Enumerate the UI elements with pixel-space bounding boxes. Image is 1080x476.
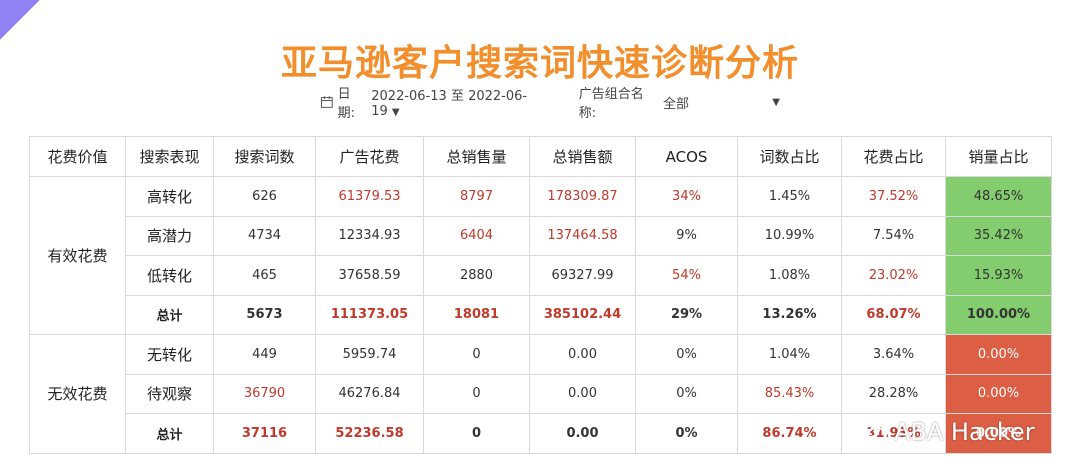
spend-cell: 111373.05 — [315, 294, 424, 335]
term-share-cell: 13.26% — [737, 294, 842, 335]
watermark: ABA Hacker — [858, 412, 1035, 452]
units-cell: 8797 — [423, 176, 530, 217]
column-header: ACOS — [635, 136, 738, 177]
column-header: 花费占比 — [841, 136, 946, 177]
term-share-cell: 10.99% — [737, 215, 842, 256]
header: 亚马逊客户搜索词快速诊断分析 日期: 2022-06-13 至 2022-06-… — [0, 0, 1080, 130]
sales-cell: 0.00 — [529, 413, 636, 454]
units-cell: 0 — [423, 413, 530, 454]
spend-cell: 5959.74 — [315, 334, 424, 375]
total-label: 总计 — [125, 413, 214, 454]
units-cell: 18081 — [423, 294, 530, 335]
units-share-cell: 48.65% — [945, 176, 1052, 217]
chevron-down-icon[interactable]: ▼ — [392, 107, 400, 118]
search-term-table: 花费价值 搜索表现 搜索词数 广告花费 总销售量 总销售额 ACOS 词数占比 … — [29, 136, 1052, 454]
table-row: 有效花费 高转化 626 61379.53 8797 178309.87 34%… — [29, 176, 1052, 335]
units-share-cell: 35.42% — [945, 215, 1052, 256]
column-header: 搜索词数 — [213, 136, 316, 177]
table-row: 高潜力 4734 12334.93 6404 137464.58 9% 10.9… — [30, 215, 1052, 256]
terms-cell: 626 — [213, 176, 316, 217]
acos-cell: 29% — [635, 294, 738, 335]
sales-cell: 0.00 — [529, 334, 636, 375]
terms-cell: 449 — [213, 334, 316, 375]
ad-portfolio-select[interactable]: 全部 ▼ — [663, 93, 780, 112]
sales-cell: 69327.99 — [529, 255, 636, 296]
spend-share-cell: 7.54% — [841, 215, 946, 256]
spend-share-cell: 28.28% — [841, 373, 946, 414]
term-share-cell: 1.08% — [737, 255, 842, 296]
units-share-cell: 0.00% — [945, 334, 1052, 375]
units-share-cell: 0.00% — [945, 373, 1052, 414]
column-header: 总销售额 — [529, 136, 636, 177]
acos-cell: 54% — [635, 255, 738, 296]
units-share-cell: 15.93% — [945, 255, 1052, 296]
acos-cell: 0% — [635, 334, 738, 375]
units-share-cell: 100.00% — [945, 294, 1052, 335]
units-cell: 0 — [423, 373, 530, 414]
spend-cell: 52236.58 — [315, 413, 424, 454]
spend-share-cell: 3.64% — [841, 334, 946, 375]
watermark-text: ABA Hacker — [894, 418, 1035, 446]
calendar-icon — [320, 96, 333, 108]
table-row-total: 总计 5673 111373.05 18081 385102.44 29% 13… — [30, 294, 1052, 335]
filter-bar: 日期: 2022-06-13 至 2022-06-19 ▼ 广告组合名称: 全部 … — [320, 87, 780, 121]
acos-cell: 34% — [635, 176, 738, 217]
column-header: 花费价值 — [29, 136, 126, 177]
sales-cell: 137464.58 — [529, 215, 636, 256]
spend-share-cell: 23.02% — [841, 255, 946, 296]
spend-cell: 12334.93 — [315, 215, 424, 256]
units-cell: 0 — [423, 334, 530, 375]
total-label: 总计 — [125, 294, 214, 335]
date-label: 日期: — [337, 87, 356, 121]
perf-cell: 高转化 — [125, 176, 214, 217]
acos-cell: 9% — [635, 215, 738, 256]
perf-cell: 高潜力 — [125, 215, 214, 256]
table-row: 低转化 465 37658.59 2880 69327.99 54% 1.08%… — [30, 255, 1052, 296]
term-share-cell: 1.04% — [737, 334, 842, 375]
terms-cell: 465 — [213, 255, 316, 296]
perf-cell: 低转化 — [125, 255, 214, 296]
units-cell: 2880 — [423, 255, 530, 296]
sales-cell: 385102.44 — [529, 294, 636, 335]
spend-share-cell: 37.52% — [841, 176, 946, 217]
table-row: 无效花费 无转化 449 5959.74 0 0.00 0% 1.04% 3.6… — [29, 334, 1052, 454]
term-share-cell: 86.74% — [737, 413, 842, 454]
page-title: 亚马逊客户搜索词快速诊断分析 — [280, 43, 799, 84]
terms-cell: 36790 — [213, 373, 316, 414]
term-share-cell: 1.45% — [737, 176, 842, 217]
column-header: 广告花费 — [315, 136, 424, 177]
spend-cell: 37658.59 — [315, 255, 424, 296]
acos-cell: 0% — [635, 413, 738, 454]
perf-cell: 无转化 — [125, 334, 214, 375]
column-header: 总销售量 — [423, 136, 530, 177]
date-range-picker[interactable]: 2022-06-13 至 2022-06-19 ▼ — [371, 85, 550, 119]
ad-portfolio-label: 广告组合名称: — [578, 87, 644, 121]
table-header-row: 花费价值 搜索表现 搜索词数 广告花费 总销售量 总销售额 ACOS 词数占比 … — [29, 136, 1052, 177]
spend-cell: 61379.53 — [315, 176, 424, 217]
column-header: 搜索表现 — [125, 136, 214, 177]
terms-cell: 37116 — [213, 413, 316, 454]
terms-cell: 4734 — [213, 215, 316, 256]
ad-portfolio-value: 全部 — [663, 96, 690, 112]
group-cell-ineffective: 无效花费 — [29, 334, 126, 454]
term-share-cell: 85.43% — [737, 373, 842, 414]
units-cell: 6404 — [423, 215, 530, 256]
acos-cell: 0% — [635, 373, 738, 414]
table-row: 待观察 36790 46276.84 0 0.00 0% 85.43% 28.2… — [30, 373, 1052, 414]
spend-share-cell: 68.07% — [841, 294, 946, 335]
column-header: 销量占比 — [945, 136, 1052, 177]
wechat-icon — [858, 420, 887, 443]
chevron-down-icon[interactable]: ▼ — [772, 97, 780, 108]
perf-cell: 待观察 — [125, 373, 214, 414]
sales-cell: 178309.87 — [529, 176, 636, 217]
terms-cell: 5673 — [213, 294, 316, 335]
sales-cell: 0.00 — [529, 373, 636, 414]
spend-cell: 46276.84 — [315, 373, 424, 414]
group-cell-effective: 有效花费 — [29, 176, 126, 335]
column-header: 词数占比 — [737, 136, 842, 177]
